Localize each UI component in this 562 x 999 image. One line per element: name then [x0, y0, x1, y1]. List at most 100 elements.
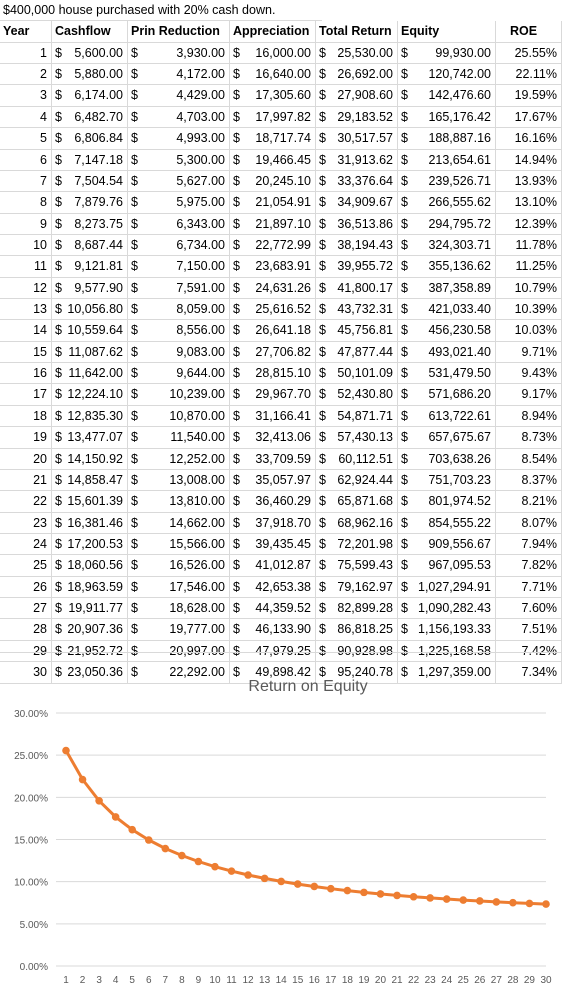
cell-year[interactable]: 8 [0, 192, 52, 214]
cell-year[interactable]: 4 [0, 106, 52, 129]
cell-prin-reduction[interactable]: $5,300.00 [128, 149, 230, 171]
cell-roe[interactable]: 8.73% [496, 427, 562, 449]
cell-year[interactable]: 23 [0, 512, 52, 534]
header-prin-reduction[interactable]: Prin Reduction [128, 21, 230, 43]
cell-cashflow[interactable]: $7,147.18 [52, 149, 128, 171]
cell-roe[interactable]: 22.11% [496, 64, 562, 86]
cell-roe[interactable]: 13.93% [496, 170, 562, 193]
cell-appreciation[interactable]: $19,466.45 [230, 149, 316, 171]
cell-prin-reduction[interactable]: $9,644.00 [128, 363, 230, 385]
cell-total-return[interactable]: $62,924.44 [316, 469, 398, 492]
cell-cashflow[interactable]: $8,687.44 [52, 234, 128, 257]
cell-total-return[interactable]: $86,818.25 [316, 619, 398, 641]
cell-total-return[interactable]: $43,732.31 [316, 299, 398, 321]
cell-roe[interactable]: 8.37% [496, 469, 562, 492]
header-year[interactable]: Year [0, 21, 52, 43]
cell-equity[interactable]: $751,703.23 [398, 469, 496, 492]
cell-roe[interactable]: 7.94% [496, 534, 562, 556]
cell-year[interactable]: 21 [0, 469, 52, 492]
cell-roe[interactable]: 11.78% [496, 234, 562, 257]
cell-prin-reduction[interactable]: $8,556.00 [128, 320, 230, 342]
cell-appreciation[interactable]: $29,967.70 [230, 384, 316, 406]
cell-prin-reduction[interactable]: $7,150.00 [128, 256, 230, 278]
sheet-title-cell[interactable]: $400,000 house purchased with 20% cash d… [0, 0, 322, 22]
cell-prin-reduction[interactable]: $4,993.00 [128, 128, 230, 150]
cell-year[interactable]: 22 [0, 491, 52, 513]
cell-year[interactable]: 26 [0, 576, 52, 599]
cell-year[interactable]: 28 [0, 619, 52, 641]
cell-cashflow[interactable]: $6,806.84 [52, 128, 128, 150]
cell-total-return[interactable]: $25,530.00 [316, 42, 398, 65]
cell-equity[interactable]: $801,974.52 [398, 491, 496, 513]
cell-year[interactable]: 27 [0, 598, 52, 620]
cell-cashflow[interactable]: $8,273.75 [52, 213, 128, 235]
cell-roe[interactable]: 25.55% [496, 42, 562, 65]
cell-appreciation[interactable]: $36,460.29 [230, 491, 316, 513]
cell-cashflow[interactable]: $12,835.30 [52, 405, 128, 428]
cell-total-return[interactable]: $57,430.13 [316, 427, 398, 449]
cell-prin-reduction[interactable]: $18,628.00 [128, 598, 230, 620]
cell-appreciation[interactable]: $27,706.82 [230, 341, 316, 364]
cell-cashflow[interactable]: $10,056.80 [52, 299, 128, 321]
cell-prin-reduction[interactable]: $10,870.00 [128, 405, 230, 428]
cell-cashflow[interactable]: $12,224.10 [52, 384, 128, 406]
cell-roe[interactable]: 10.39% [496, 299, 562, 321]
cell-roe[interactable]: 9.71% [496, 341, 562, 364]
cell-roe[interactable]: 8.54% [496, 448, 562, 470]
cell-cashflow[interactable]: $5,880.00 [52, 64, 128, 86]
cell-equity[interactable]: $531,479.50 [398, 363, 496, 385]
cell-total-return[interactable]: $30,517.57 [316, 128, 398, 150]
cell-cashflow[interactable]: $20,907.36 [52, 619, 128, 641]
header-equity[interactable]: Equity [398, 21, 496, 43]
cell-appreciation[interactable]: $16,640.00 [230, 64, 316, 86]
cell-appreciation[interactable]: $24,631.26 [230, 277, 316, 300]
cell-year[interactable]: 11 [0, 256, 52, 278]
cell-equity[interactable]: $854,555.22 [398, 512, 496, 534]
cell-equity[interactable]: $213,654.61 [398, 149, 496, 171]
cell-appreciation[interactable]: $23,683.91 [230, 256, 316, 278]
cell-appreciation[interactable]: $20,245.10 [230, 170, 316, 193]
cell-prin-reduction[interactable]: $13,008.00 [128, 469, 230, 492]
cell-appreciation[interactable]: $35,057.97 [230, 469, 316, 492]
cell-prin-reduction[interactable]: $12,252.00 [128, 448, 230, 470]
cell-total-return[interactable]: $29,183.52 [316, 106, 398, 129]
cell-equity[interactable]: $613,722.61 [398, 405, 496, 428]
cell-total-return[interactable]: $38,194.43 [316, 234, 398, 257]
cell-appreciation[interactable]: $21,054.91 [230, 192, 316, 214]
cell-equity[interactable]: $967,095.53 [398, 555, 496, 577]
cell-year[interactable]: 10 [0, 234, 52, 257]
cell-appreciation[interactable]: $39,435.45 [230, 534, 316, 556]
cell-cashflow[interactable]: $14,150.92 [52, 448, 128, 470]
cell-year[interactable]: 6 [0, 149, 52, 171]
cell-appreciation[interactable]: $28,815.10 [230, 363, 316, 385]
cell-roe[interactable]: 17.67% [496, 106, 562, 129]
cell-year[interactable]: 18 [0, 405, 52, 428]
cell-year[interactable]: 24 [0, 534, 52, 556]
cell-cashflow[interactable]: $9,577.90 [52, 277, 128, 300]
cell-equity[interactable]: $456,230.58 [398, 320, 496, 342]
cell-roe[interactable]: 14.94% [496, 149, 562, 171]
cell-year[interactable]: 15 [0, 341, 52, 364]
cell-roe[interactable]: 9.43% [496, 363, 562, 385]
cell-total-return[interactable]: $52,430.80 [316, 384, 398, 406]
cell-prin-reduction[interactable]: $19,777.00 [128, 619, 230, 641]
cell-prin-reduction[interactable]: $9,083.00 [128, 341, 230, 364]
cell-prin-reduction[interactable]: $7,591.00 [128, 277, 230, 300]
cell-year[interactable]: 20 [0, 448, 52, 470]
cell-appreciation[interactable]: $16,000.00 [230, 42, 316, 65]
cell-total-return[interactable]: $54,871.71 [316, 405, 398, 428]
cell-appreciation[interactable]: $21,897.10 [230, 213, 316, 235]
cell-prin-reduction[interactable]: $5,975.00 [128, 192, 230, 214]
header-appreciation[interactable]: Appreciation [230, 21, 316, 43]
cell-roe[interactable]: 7.51% [496, 619, 562, 641]
cell-equity[interactable]: $188,887.16 [398, 128, 496, 150]
cell-year[interactable]: 13 [0, 299, 52, 321]
cell-cashflow[interactable]: $16,381.46 [52, 512, 128, 534]
cell-equity[interactable]: $1,027,294.91 [398, 576, 496, 599]
cell-cashflow[interactable]: $10,559.64 [52, 320, 128, 342]
cell-appreciation[interactable]: $22,772.99 [230, 234, 316, 257]
cell-equity[interactable]: $1,090,282.43 [398, 598, 496, 620]
cell-equity[interactable]: $1,156,193.33 [398, 619, 496, 641]
cell-total-return[interactable]: $34,909.67 [316, 192, 398, 214]
cell-prin-reduction[interactable]: $10,239.00 [128, 384, 230, 406]
